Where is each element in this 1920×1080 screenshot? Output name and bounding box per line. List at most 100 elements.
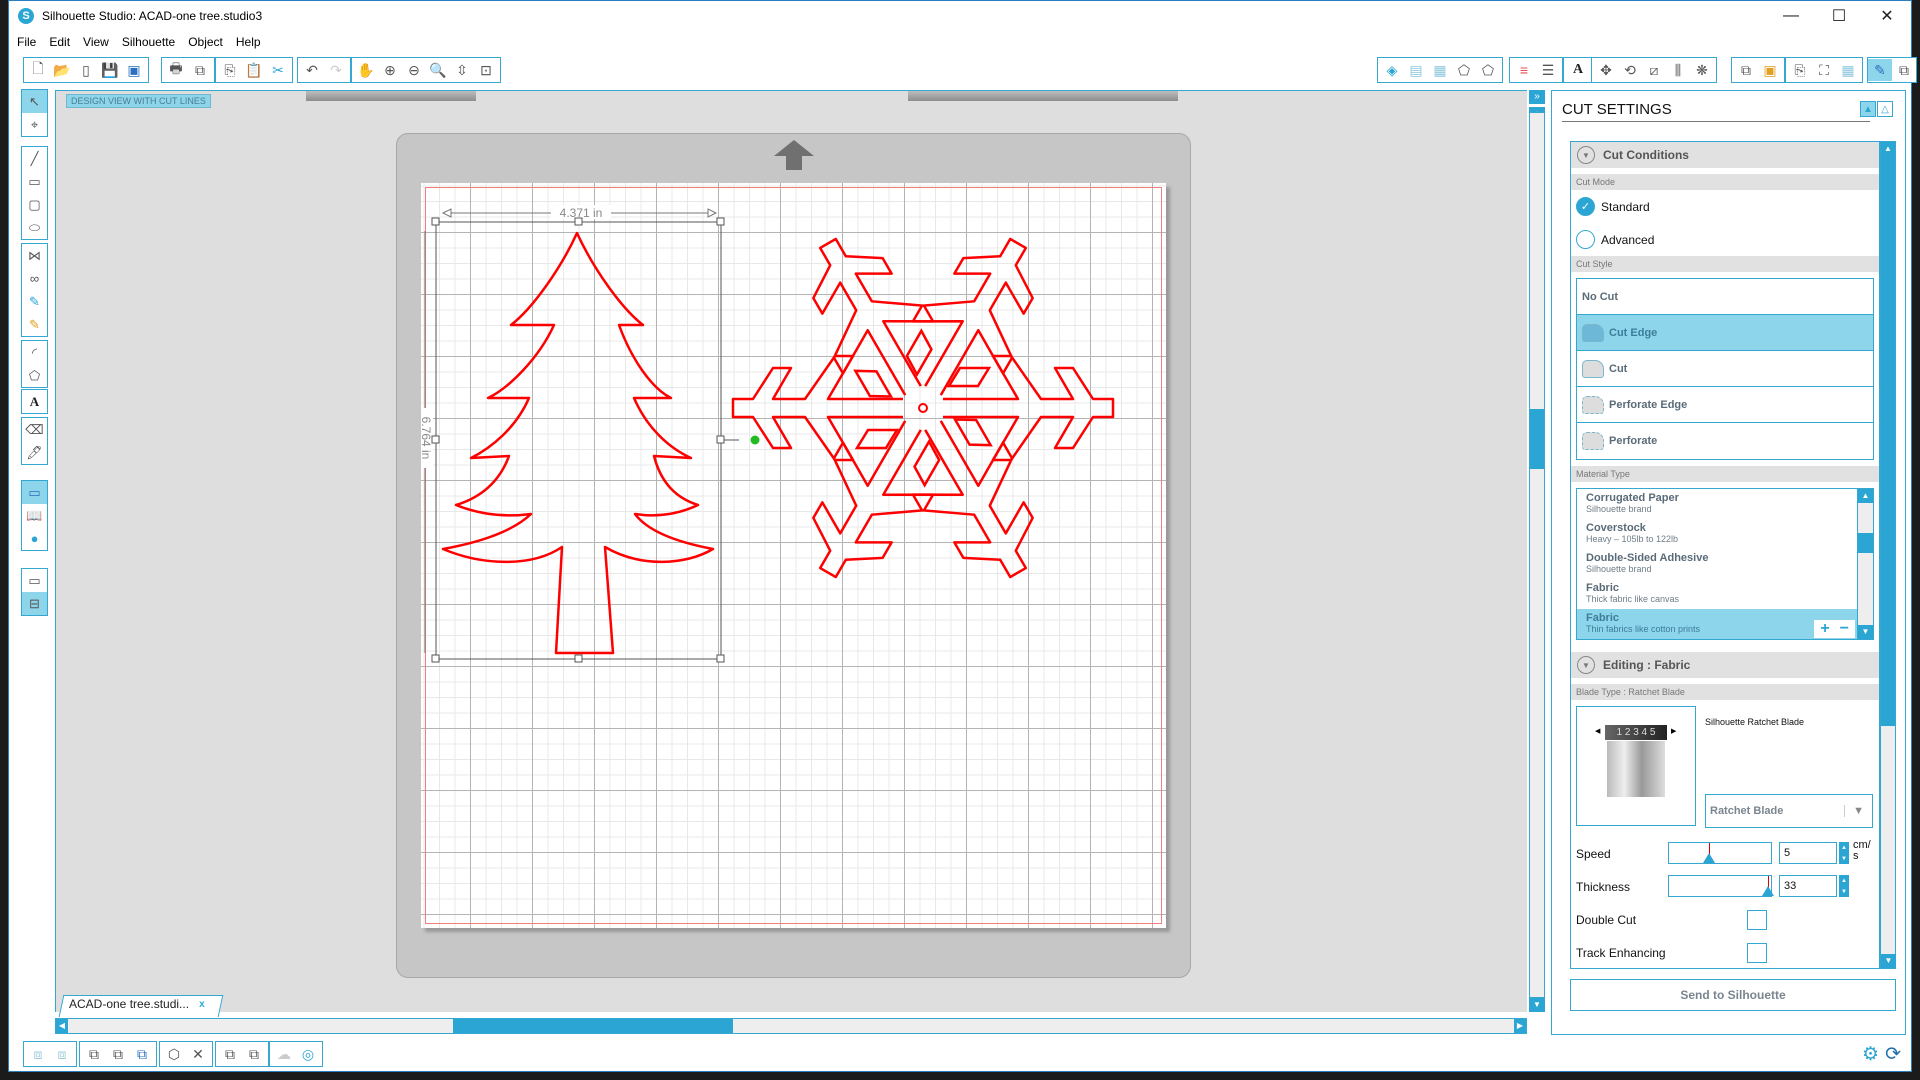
- design-canvas[interactable]: DESIGN VIEW WITH CUT LINES 4.371 in 6.76…: [55, 90, 1527, 1012]
- handle-bottom-left[interactable]: [431, 654, 440, 663]
- smooth-freehand-tool-icon[interactable]: ✎: [22, 313, 47, 336]
- speed-input[interactable]: 5: [1779, 842, 1837, 864]
- regular-polygon-tool-icon[interactable]: ⬠: [22, 364, 47, 387]
- menu-file[interactable]: File: [17, 35, 36, 49]
- cut-style-perforate[interactable]: Perforate: [1577, 423, 1873, 459]
- freehand-tool-icon[interactable]: ✎: [22, 290, 47, 313]
- scroll-left-arrow-icon[interactable]: ◀: [56, 1019, 68, 1033]
- handle-top-left[interactable]: [431, 217, 440, 226]
- polygon-tool-icon[interactable]: ⋈: [22, 244, 47, 267]
- eraser-tool-icon[interactable]: ⌫: [22, 418, 47, 441]
- single-view-icon[interactable]: ▭: [22, 569, 47, 592]
- collapse-panel-icon[interactable]: »: [1529, 90, 1545, 104]
- knife-tool-icon[interactable]: 🖊: [22, 441, 47, 464]
- cutting-area-grid[interactable]: 4.371 in 6.764 in: [421, 183, 1166, 928]
- speed-slider[interactable]: [1668, 842, 1772, 864]
- remove-material-button[interactable]: −: [1840, 620, 1849, 638]
- point-edit-tool-icon[interactable]: ⌖: [22, 113, 47, 136]
- blade-increase-icon[interactable]: ▶: [1671, 727, 1676, 735]
- handle-top-right[interactable]: [716, 217, 725, 226]
- weld-icon[interactable]: ⬡: [162, 1043, 186, 1065]
- line-tool-icon[interactable]: ╱: [22, 147, 47, 170]
- line-color-icon[interactable]: ⬠: [1452, 59, 1476, 81]
- material-item[interactable]: Coverstock Heavy – 105lb to 122lb: [1577, 519, 1873, 549]
- handle-middle-left[interactable]: [431, 435, 440, 444]
- rounded-rectangle-tool-icon[interactable]: ▢: [22, 193, 47, 216]
- curve-tool-icon[interactable]: ∞: [22, 267, 47, 290]
- canvas-vertical-scrollbar[interactable]: » ▲ ▼: [1529, 90, 1545, 1012]
- shape-icon[interactable]: ☁: [272, 1043, 296, 1065]
- add-material-button[interactable]: +: [1820, 620, 1829, 638]
- minimize-button[interactable]: —: [1767, 1, 1815, 31]
- track-enhancing-checkbox[interactable]: [1747, 943, 1767, 963]
- fill-gradient-icon[interactable]: ▤: [1404, 59, 1428, 81]
- material-item[interactable]: Double-Sided Adhesive Silhouette brand: [1577, 549, 1873, 579]
- horizontal-scroll-thumb[interactable]: [452, 1019, 733, 1033]
- line-style-icon[interactable]: ⬠: [1476, 59, 1500, 81]
- blade-decrease-icon[interactable]: ◀: [1595, 727, 1600, 735]
- zoom-out-icon[interactable]: ⊖: [402, 59, 426, 81]
- cut-scissors-icon[interactable]: ✂: [266, 59, 290, 81]
- settings-gear-icon[interactable]: ⚙: [1862, 1043, 1879, 1066]
- print-icon[interactable]: 🖶: [164, 59, 188, 81]
- vertical-scroll-thumb[interactable]: [1530, 409, 1544, 470]
- group-icon[interactable]: ⧈: [26, 1043, 50, 1065]
- save-icon[interactable]: 💾: [98, 59, 122, 81]
- modify-icon[interactable]: ⧉: [1734, 59, 1758, 81]
- cut-style-cut-edge[interactable]: Cut Edge: [1577, 315, 1873, 351]
- panel-scroll-down-icon[interactable]: ▼: [1881, 954, 1896, 968]
- page-setup-icon[interactable]: ⎘: [1788, 59, 1812, 81]
- save-to-library-icon[interactable]: ▣: [122, 59, 146, 81]
- blade-select-dropdown[interactable]: Ratchet Blade ▼: [1705, 794, 1873, 828]
- fill-pattern-icon[interactable]: ▦: [1428, 59, 1452, 81]
- redo-icon[interactable]: ↷: [324, 59, 348, 81]
- bring-forward-icon[interactable]: ⧉: [218, 1043, 242, 1065]
- zoom-to-page-icon[interactable]: ⊡: [474, 59, 498, 81]
- handle-bottom-center[interactable]: [574, 654, 583, 663]
- zoom-selection-icon[interactable]: 🔍: [426, 59, 450, 81]
- silhouette-store-icon[interactable]: ●: [22, 527, 47, 550]
- transform-icon[interactable]: ✥: [1594, 59, 1618, 81]
- snowflake-cut-line[interactable]: [731, 237, 1115, 579]
- handle-middle-right[interactable]: [716, 435, 725, 444]
- menu-edit[interactable]: Edit: [49, 35, 70, 49]
- design-view-icon[interactable]: ▭: [22, 481, 47, 504]
- scroll-down-arrow-icon[interactable]: ▼: [1529, 998, 1545, 1012]
- zoom-in-icon[interactable]: ⊕: [378, 59, 402, 81]
- rectangle-tool-icon[interactable]: ▭: [22, 170, 47, 193]
- cut-style-perforate-edge[interactable]: Perforate Edge: [1577, 387, 1873, 423]
- cut-mode-standard[interactable]: ✓ Standard: [1571, 190, 1879, 223]
- close-button[interactable]: ✕: [1863, 1, 1911, 31]
- undo-icon[interactable]: ↶: [300, 59, 324, 81]
- replicate-icon[interactable]: ❋: [1690, 59, 1714, 81]
- cut-mode-advanced[interactable]: Advanced: [1571, 223, 1879, 256]
- copy-icon[interactable]: ⎘: [218, 59, 242, 81]
- send-backward-icon[interactable]: ⧉: [242, 1043, 266, 1065]
- library-icon[interactable]: 📖: [22, 504, 47, 527]
- rotate-icon[interactable]: ⟲: [1618, 59, 1642, 81]
- ungroup-icon[interactable]: ⧈: [50, 1043, 74, 1065]
- send-icon[interactable]: ⧉: [1892, 59, 1916, 81]
- panel-scroll-up-icon[interactable]: ▲: [1881, 142, 1895, 156]
- material-scroll-thumb[interactable]: [1858, 533, 1873, 553]
- rotation-handle[interactable]: [750, 435, 760, 445]
- make-compound-icon[interactable]: ⧉: [130, 1043, 154, 1065]
- cut-style-no-cut[interactable]: No Cut: [1577, 279, 1873, 315]
- release-compound-icon[interactable]: ⧉: [106, 1043, 130, 1065]
- menu-view[interactable]: View: [83, 35, 109, 49]
- thickness-slider[interactable]: [1668, 875, 1774, 897]
- thickness-stepper[interactable]: ▲ ▼: [1839, 875, 1849, 897]
- cut-settings-icon[interactable]: ✎: [1868, 59, 1892, 81]
- thickness-input[interactable]: 33: [1779, 875, 1837, 897]
- select-tool-icon[interactable]: ↖: [22, 90, 47, 113]
- fit-to-page-icon[interactable]: ⇳: [450, 59, 474, 81]
- material-item[interactable]: Corrugated Paper Silhouette brand: [1577, 489, 1873, 519]
- handle-bottom-right[interactable]: [716, 654, 725, 663]
- menu-silhouette[interactable]: Silhouette: [122, 35, 175, 49]
- paste-icon[interactable]: 📋: [242, 59, 266, 81]
- panel-scroll-thumb[interactable]: [1881, 156, 1895, 726]
- material-list-scrollbar[interactable]: ▲ ▼: [1857, 489, 1873, 639]
- arc-tool-icon[interactable]: ◜: [22, 341, 47, 364]
- line-styles-icon[interactable]: ☰: [1536, 59, 1560, 81]
- open-folder-icon[interactable]: 📂: [50, 59, 74, 81]
